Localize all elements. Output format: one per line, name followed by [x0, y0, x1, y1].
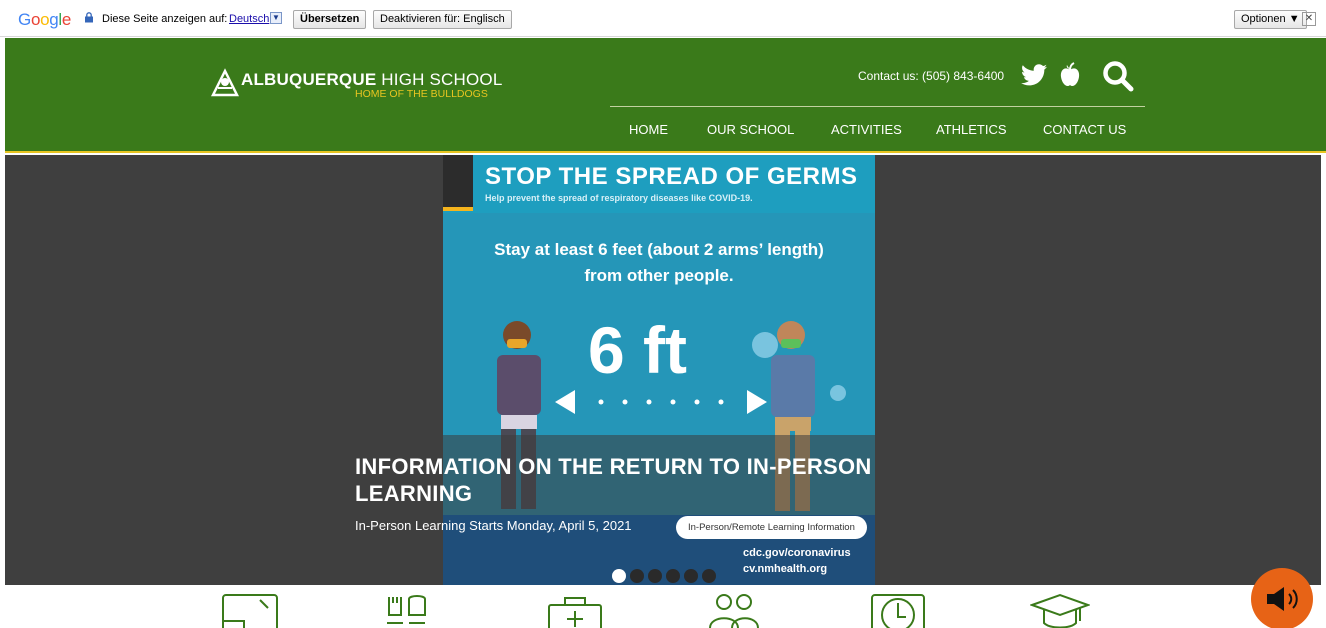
poster-line-1: Stay at least 6 feet (about 2 arms’ leng… — [494, 240, 824, 259]
lock-icon — [85, 12, 93, 23]
slider-dot-6[interactable] — [702, 569, 716, 583]
poster-title: STOP THE SPREAD OF GERMS — [485, 163, 858, 190]
poster-line-2: from other people. — [584, 266, 734, 285]
nav-item-home[interactable]: HOME — [629, 122, 668, 137]
nav-item-athletics[interactable]: ATHLETICS — [936, 122, 1007, 137]
slider-dots — [612, 569, 720, 585]
translate-button[interactable]: Übersetzen — [293, 10, 367, 29]
distance-arrows — [555, 390, 767, 414]
translate-bar: Google Diese Seite anzeigen auf: Deutsch… — [0, 0, 1326, 37]
audio-button[interactable] — [1251, 568, 1313, 628]
poster-yellow-bar — [443, 207, 473, 211]
translate-prompt: Diese Seite anzeigen auf: — [102, 13, 228, 25]
close-icon[interactable]: ✕ — [1302, 12, 1316, 26]
twitter-icon[interactable] — [1021, 64, 1047, 86]
people-icon[interactable] — [706, 593, 766, 628]
school-name[interactable]: ALBUQUERQUE HIGH SCHOOL — [241, 70, 503, 90]
google-logo: Google — [18, 10, 72, 29]
main-nav: HOME OUR SCHOOL ACTIVITIES ATHLETICS CON… — [610, 122, 1145, 140]
site-header: ALBUQUERQUE HIGH SCHOOL HOME OF THE BULL… — [5, 38, 1326, 153]
school-name-bold: ALBUQUERQUE — [241, 70, 377, 89]
school-name-rest: HIGH SCHOOL — [376, 70, 503, 89]
poster-footer-url-2: cv.nmhealth.org — [743, 563, 828, 575]
nav-item-our-school[interactable]: OUR SCHOOL — [707, 122, 794, 137]
nav-divider — [610, 106, 1145, 107]
slider-dot-3[interactable] — [648, 569, 662, 583]
poster-footer-url-1: cdc.gov/coronavirus — [743, 547, 851, 559]
quick-links — [0, 585, 1326, 628]
poster-distance: 6 ft — [588, 313, 687, 387]
school-logo-icon[interactable] — [210, 68, 240, 98]
hero-title: INFORMATION ON THE RETURN TO IN-PERSON L… — [355, 454, 872, 506]
apple-icon[interactable] — [1059, 62, 1081, 88]
disable-translation-button[interactable]: Deaktivieren für: Englisch — [373, 10, 512, 29]
slider-dot-1[interactable] — [612, 569, 626, 583]
options-button[interactable]: Optionen ▼ — [1234, 10, 1307, 29]
nav-item-contact-us[interactable]: CONTACT US — [1043, 122, 1126, 137]
language-link[interactable]: Deutsch — [229, 13, 269, 25]
hero-subtitle: In-Person Learning Starts Monday, April … — [355, 518, 632, 533]
graduation-cap-icon[interactable] — [1030, 593, 1090, 628]
learning-info-button[interactable]: In-Person/Remote Learning Information — [676, 516, 867, 539]
search-icon[interactable] — [1102, 60, 1134, 92]
speaker-icon — [1267, 587, 1298, 611]
first-aid-icon[interactable] — [545, 593, 605, 628]
slider-dot-2[interactable] — [630, 569, 644, 583]
slider-dot-5[interactable] — [684, 569, 698, 583]
poster-subtitle: Help prevent the spread of respiratory d… — [485, 193, 753, 203]
clock-icon[interactable] — [868, 593, 928, 628]
tablet-icon[interactable] — [220, 593, 280, 628]
contact-phone[interactable]: Contact us: (505) 843-6400 — [858, 69, 1004, 83]
school-tagline: HOME OF THE BULLDOGS — [355, 88, 488, 100]
language-dropdown-icon[interactable]: ▼ — [270, 12, 282, 24]
hero-slider: STOP THE SPREAD OF GERMS Help prevent th… — [5, 155, 1321, 585]
poster-dark-block — [443, 155, 473, 207]
hands-icon[interactable] — [381, 593, 441, 628]
nav-item-activities[interactable]: ACTIVITIES — [831, 122, 902, 137]
slider-dot-4[interactable] — [666, 569, 680, 583]
